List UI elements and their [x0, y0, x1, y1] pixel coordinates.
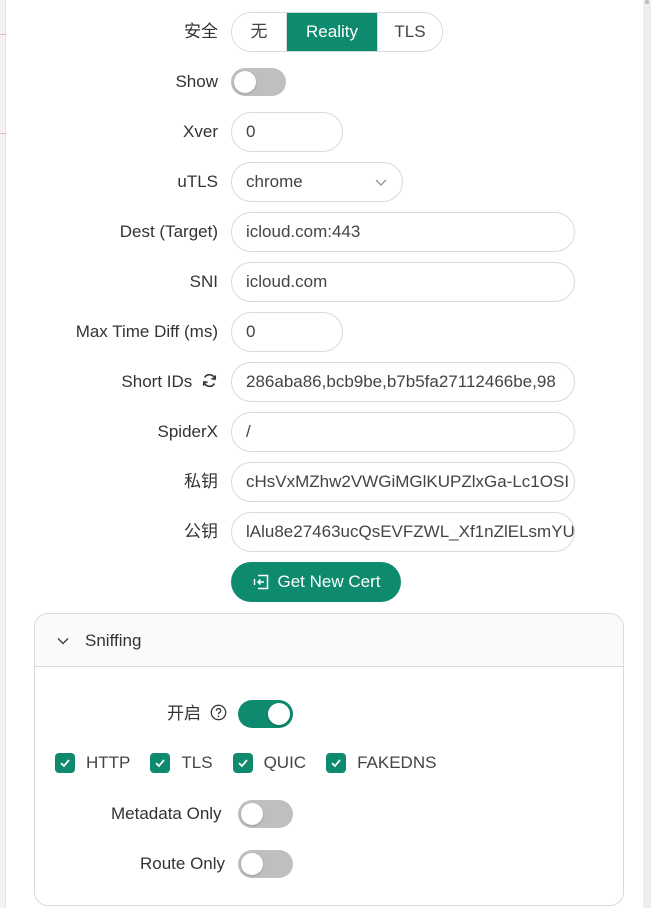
show-switch[interactable]	[231, 68, 286, 96]
spiderx-input[interactable]: /	[231, 412, 575, 452]
sni-label: SNI	[189, 272, 218, 291]
dest-row: Dest (Target) icloud.com:443	[0, 212, 651, 252]
security-option-reality[interactable]: Reality	[287, 13, 378, 51]
utls-value: chrome	[246, 172, 303, 191]
max-time-diff-input[interactable]: 0	[231, 312, 343, 352]
refresh-icon[interactable]	[201, 372, 218, 389]
short-ids-label: Short IDs	[121, 372, 193, 391]
show-row: Show	[0, 62, 651, 102]
checkbox-box	[326, 753, 347, 773]
sniffing-title: Sniffing	[85, 631, 142, 650]
checkbox-box	[232, 753, 253, 773]
short-ids-label-wrap: Short IDs	[121, 362, 218, 402]
utls-select[interactable]: chrome	[231, 162, 403, 202]
checkbox-box	[150, 753, 171, 773]
xver-label: Xver	[183, 122, 218, 141]
checkbox-label: HTTP	[86, 753, 131, 772]
xver-input[interactable]: 0	[231, 112, 343, 152]
switch-knob	[268, 703, 290, 725]
show-label: Show	[175, 72, 218, 91]
short-ids-input[interactable]: 286aba86,bcb9be,b7b5fa27112466be,98	[231, 362, 575, 402]
sniffing-enable-label: 开启	[167, 704, 201, 723]
security-row: 安全 无 Reality TLS	[0, 12, 651, 52]
check-icon	[237, 759, 248, 768]
switch-knob	[241, 803, 263, 825]
spiderx-label: SpiderX	[157, 422, 218, 441]
public-key-row: 公钥 lAlu8e27463ucQsEVFZWL_Xf1nZlELsmYU	[0, 512, 651, 552]
check-icon	[331, 759, 341, 768]
private-key-label: 私钥	[184, 472, 218, 491]
security-segmented: 无 Reality TLS	[231, 12, 443, 52]
sni-row: SNI icloud.com	[0, 262, 651, 302]
short-ids-row: Short IDs 286aba86,bcb9be,b7b5fa27112466…	[0, 362, 651, 402]
get-new-cert-button[interactable]: Get New Cert	[231, 562, 401, 602]
spiderx-row: SpiderX /	[0, 412, 651, 452]
checkbox-label: TLS	[181, 753, 213, 772]
security-label: 安全	[184, 22, 218, 41]
switch-knob	[234, 71, 256, 93]
scrollbar-thumb[interactable]	[645, 0, 649, 4]
checkbox-box	[55, 753, 75, 773]
public-key-input[interactable]: lAlu8e27463ucQsEVFZWL_Xf1nZlELsmYU	[231, 512, 575, 552]
max-time-diff-label: Max Time Diff (ms)	[75, 322, 218, 341]
sniffing-enable-switch[interactable]	[238, 700, 293, 728]
checkbox-tls[interactable]: TLS	[150, 753, 213, 773]
dest-label: Dest (Target)	[119, 222, 218, 241]
chevron-down-icon	[375, 179, 387, 186]
sniffing-panel: Sniffing 开启 HTTP TLS QUIC FAKEDNS Metada…	[34, 613, 624, 906]
help-icon[interactable]	[210, 704, 227, 721]
chevron-down-icon	[57, 637, 69, 645]
check-icon	[155, 759, 166, 768]
sni-input[interactable]: icloud.com	[231, 262, 575, 302]
metadata-only-switch[interactable]	[238, 800, 293, 828]
max-time-diff-row: Max Time Diff (ms) 0	[0, 312, 651, 352]
sniffing-protocols: HTTP TLS QUIC FAKEDNS	[55, 751, 456, 775]
import-icon	[253, 574, 268, 590]
private-key-input[interactable]: cHsVxMZhw2VWGiMGlKUPZlxGa-Lc1OSI	[231, 462, 575, 502]
route-only-label: Route Only	[140, 854, 226, 873]
xver-row: Xver 0	[0, 112, 651, 152]
private-key-row: 私钥 cHsVxMZhw2VWGiMGlKUPZlxGa-Lc1OSI	[0, 462, 651, 502]
checkbox-http[interactable]: HTTP	[55, 753, 130, 773]
security-option-tls[interactable]: TLS	[378, 13, 442, 51]
switch-knob	[241, 853, 263, 875]
public-key-label: 公钥	[184, 522, 218, 541]
get-new-cert-label: Get New Cert	[277, 572, 381, 591]
security-option-none[interactable]: 无	[232, 13, 287, 51]
dest-input[interactable]: icloud.com:443	[231, 212, 575, 252]
checkbox-quic[interactable]: QUIC	[232, 753, 307, 773]
sniffing-enable-label-wrap: 开启	[167, 700, 227, 728]
checkbox-label: QUIC	[263, 753, 307, 772]
route-only-switch[interactable]	[238, 850, 293, 878]
check-icon	[60, 759, 70, 768]
checkbox-fakedns[interactable]: FAKEDNS	[326, 753, 436, 773]
checkbox-label: FAKEDNS	[357, 753, 437, 772]
metadata-only-label: Metadata Only	[111, 804, 222, 823]
utls-row: uTLS chrome	[0, 162, 651, 202]
sniffing-panel-header[interactable]: Sniffing	[35, 614, 623, 667]
utls-label: uTLS	[177, 172, 218, 191]
